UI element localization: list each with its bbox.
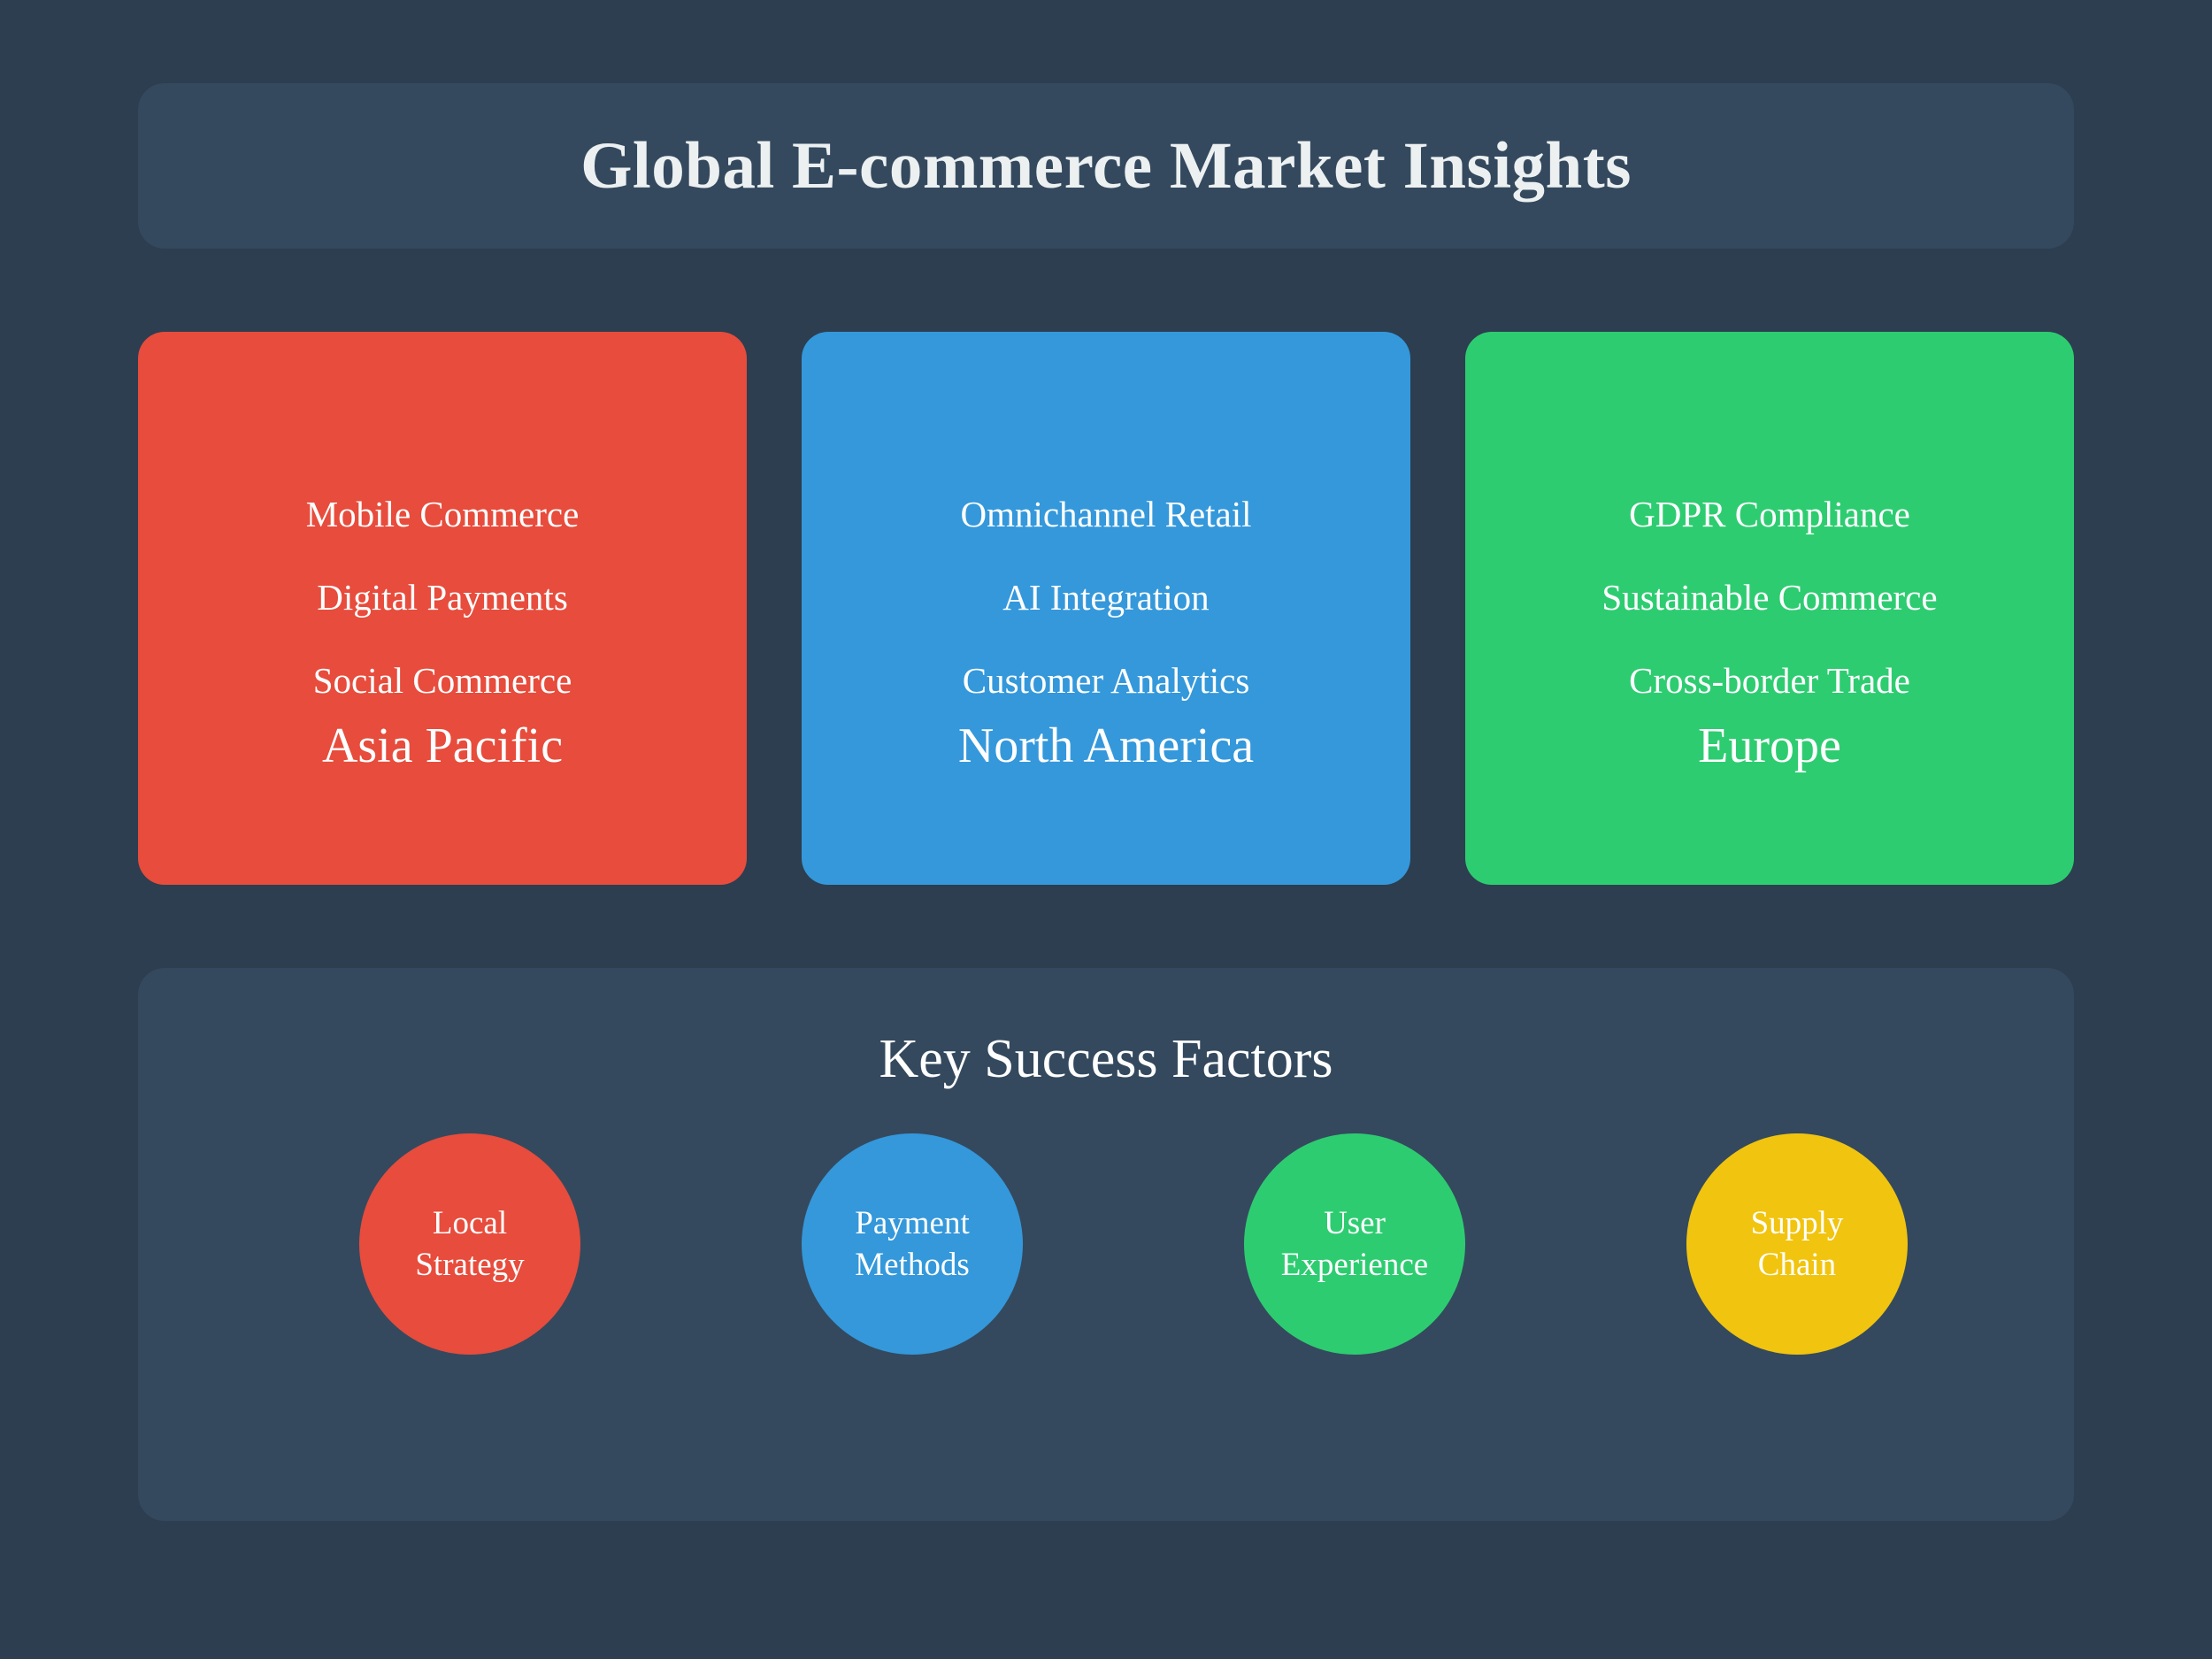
region-trend-item: Mobile Commerce	[305, 494, 580, 534]
factor-label: Payment Methods	[855, 1205, 970, 1283]
region-trend-list: Omnichannel Retail AI Integration Custom…	[802, 488, 1410, 738]
factor-circle-supply-chain: Supply Chain	[1686, 1133, 1908, 1355]
factor-label: User Experience	[1280, 1205, 1429, 1283]
success-factors-title: Key Success Factors	[879, 1029, 1333, 1089]
region-trend-item: Sustainable Commerce	[1601, 577, 1938, 618]
region-trend-item: Social Commerce	[312, 660, 572, 701]
region-trend-item: Cross-border Trade	[1629, 660, 1910, 701]
region-trend-list: GDPR Compliance Sustainable Commerce Cro…	[1465, 488, 2074, 738]
region-trend-item: Digital Payments	[317, 577, 568, 618]
region-trend-item: Customer Analytics	[962, 660, 1250, 701]
factor-label: Local Strategy	[415, 1205, 525, 1283]
success-factors-panel: Key Success Factors Local Strategy Payme…	[138, 968, 2074, 1521]
factor-label: Supply Chain	[1750, 1205, 1844, 1283]
region-card-north-america: North America Omnichannel Retail AI Inte…	[802, 332, 1410, 885]
region-trend-item: AI Integration	[1002, 577, 1210, 618]
region-card-asia-pacific: Asia Pacific Mobile Commerce Digital Pay…	[138, 332, 747, 885]
factor-circle-payment-methods: Payment Methods	[802, 1133, 1023, 1355]
region-card-europe: Europe GDPR Compliance Sustainable Comme…	[1465, 332, 2074, 885]
factor-circle-user-experience: User Experience	[1244, 1133, 1465, 1355]
region-trend-item: Omnichannel Retail	[960, 494, 1252, 534]
region-trend-item: GDPR Compliance	[1629, 494, 1910, 534]
factor-circle-local-strategy: Local Strategy	[359, 1133, 580, 1355]
region-trend-list: Mobile Commerce Digital Payments Social …	[138, 488, 747, 738]
page-title: Global E-commerce Market Insights	[580, 128, 1632, 203]
title-banner: Global E-commerce Market Insights	[138, 83, 2074, 249]
